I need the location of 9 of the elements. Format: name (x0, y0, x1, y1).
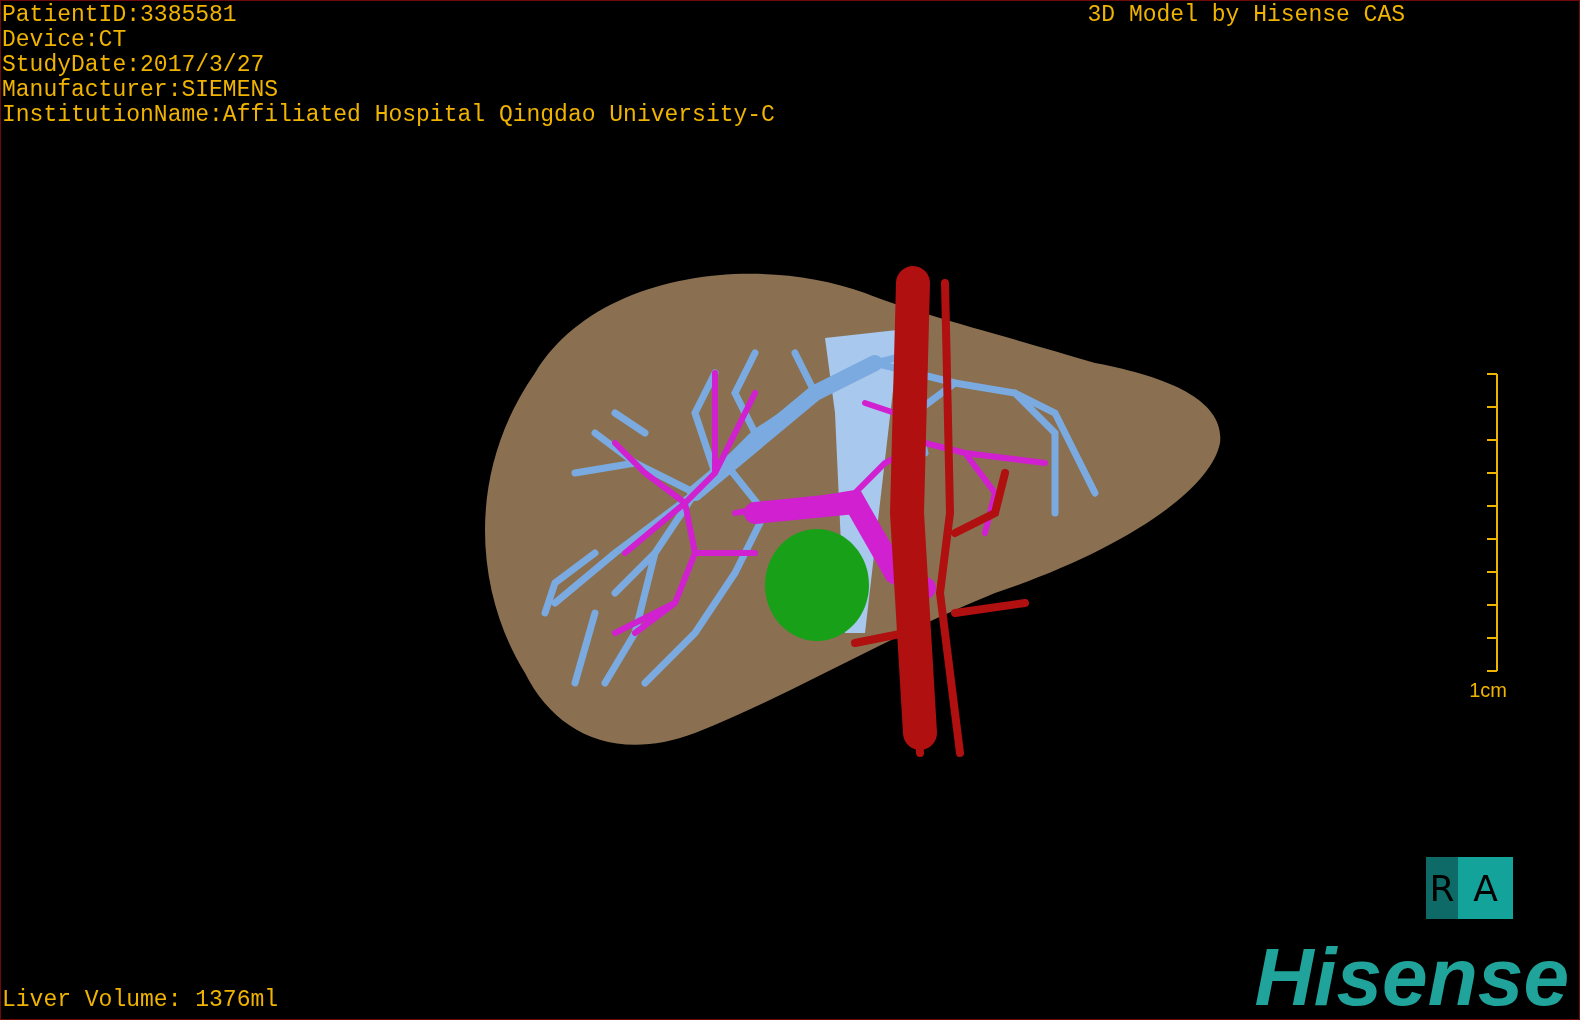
patient-info-line: Device:CT (2, 28, 128, 53)
liver-volume: Liver Volume: 1376ml (2, 988, 279, 1013)
scale-label: 1cm (1469, 677, 1507, 703)
patient-info-line: PatientID:3385581 (2, 3, 238, 28)
logo: Hisense (1254, 941, 1569, 1013)
patient-info-line: Manufacturer:SIEMENS (2, 78, 280, 103)
patient-info-line: StudyDate:2017/3/27 (2, 53, 266, 78)
patient-info-line: InstitutionName:Affiliated Hospital Qingdao University-C (2, 103, 775, 128)
model-credit: 3D Model by Hisense CAS (1087, 3, 1405, 28)
